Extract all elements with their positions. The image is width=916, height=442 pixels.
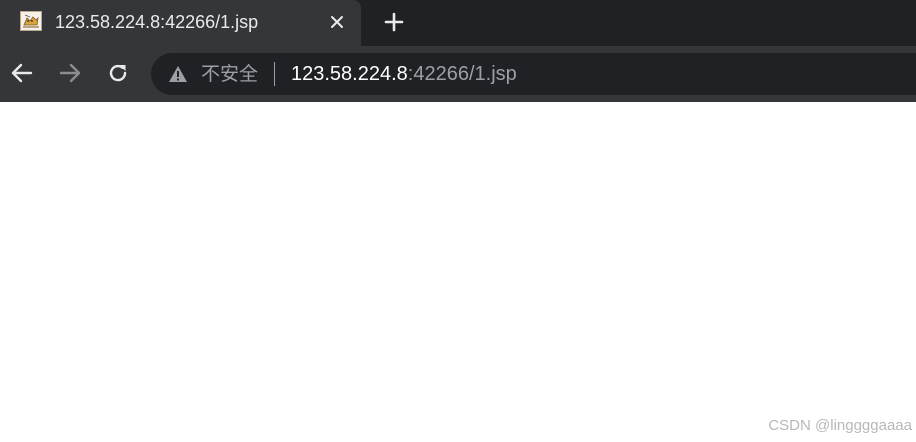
- tab-strip: 123.58.224.8:42266/1.jsp: [0, 0, 916, 46]
- close-icon[interactable]: [324, 9, 350, 35]
- new-tab-button[interactable]: [379, 7, 409, 37]
- url-path: :42266/1.jsp: [407, 63, 517, 85]
- tomcat-icon: [20, 11, 42, 31]
- security-status-label[interactable]: 不安全: [201, 62, 258, 86]
- warning-icon[interactable]: [168, 65, 188, 83]
- plus-icon: [384, 12, 404, 32]
- browser-window: 123.58.224.8:42266/1.jsp 不安全 123.58.224.…: [0, 0, 916, 442]
- arrow-right-icon: [59, 63, 81, 83]
- tab-title: 123.58.224.8:42266/1.jsp: [55, 12, 259, 32]
- back-button[interactable]: [7, 58, 37, 88]
- address-bar[interactable]: 不安全 123.58.224.8:42266/1.jsp: [151, 53, 916, 95]
- forward-button[interactable]: [55, 58, 85, 88]
- page-content: CSDN @linggggaaaa: [0, 102, 916, 442]
- arrow-left-icon: [11, 63, 33, 83]
- active-tab[interactable]: 123.58.224.8:42266/1.jsp: [0, 0, 361, 46]
- reload-icon: [109, 64, 127, 82]
- url-text[interactable]: 123.58.224.8:42266/1.jsp: [291, 62, 517, 86]
- reload-button[interactable]: [103, 58, 133, 88]
- watermark: CSDN @linggggaaaa: [768, 417, 912, 434]
- divider: [274, 62, 275, 86]
- url-host: 123.58.224.8: [291, 63, 408, 85]
- toolbar: 不安全 123.58.224.8:42266/1.jsp: [0, 46, 916, 102]
